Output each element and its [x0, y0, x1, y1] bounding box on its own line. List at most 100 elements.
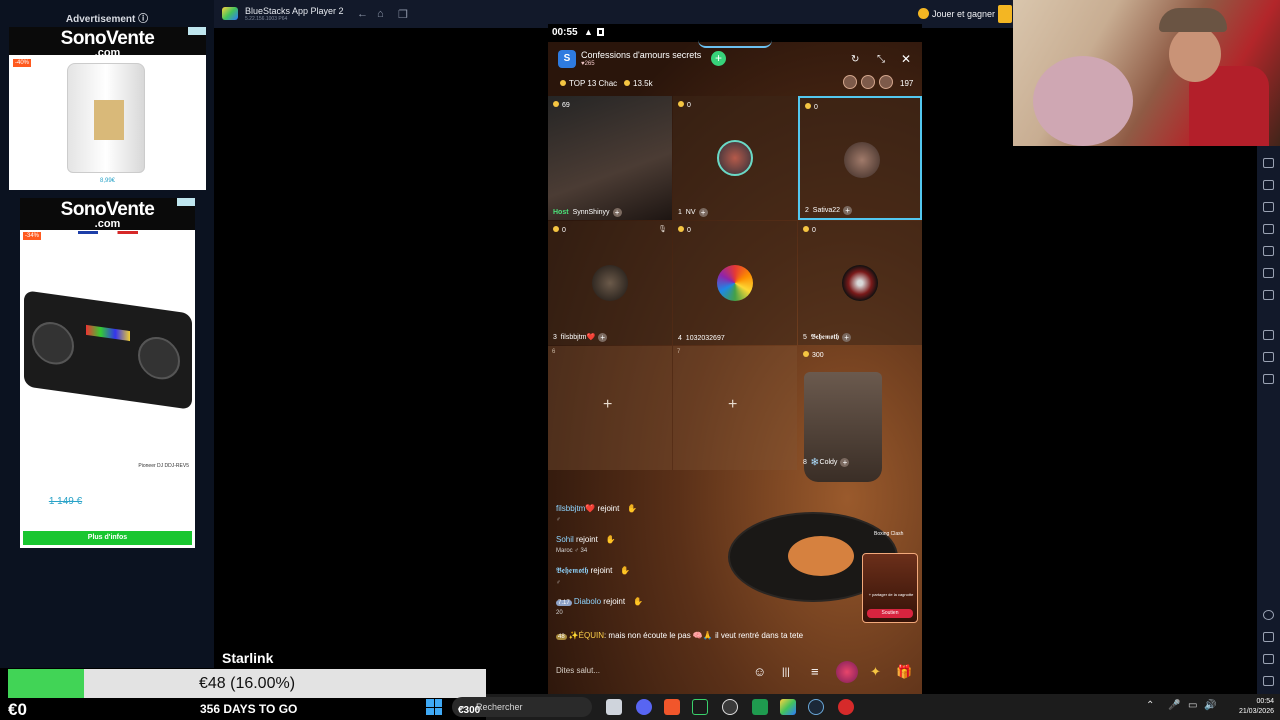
- feed-user[interactable]: filsbbjtm❤️: [556, 504, 595, 513]
- rotate-icon[interactable]: [1263, 268, 1274, 278]
- play-and-win-button[interactable]: Jouer et gagner: [918, 5, 995, 23]
- nav-home-icon[interactable]: [1263, 654, 1274, 664]
- host-badge: Host: [553, 209, 569, 216]
- nav-back-icon[interactable]: [1263, 632, 1274, 642]
- sync-icon[interactable]: [1263, 374, 1274, 384]
- feed-user[interactable]: 𝕭𝖊𝖍𝖊𝖒𝖔𝖙𝖍: [556, 566, 588, 575]
- brave-icon[interactable]: [664, 699, 680, 715]
- tray-chevron-icon[interactable]: ⌃: [1146, 700, 1154, 711]
- ad-brand-1: SonoVente .com: [9, 27, 206, 59]
- wave-icon[interactable]: ✋: [606, 535, 616, 544]
- discount-badge: -40%: [13, 59, 32, 67]
- boxing-clash-widget[interactable]: Boxing Clash + partager de la cagnotte S…: [862, 531, 918, 631]
- room-coins[interactable]: 13.5k: [624, 79, 653, 88]
- seat-5[interactable]: 0 5 𝕭𝖊𝖍𝖊𝖒𝖔𝖙𝖍 +: [798, 221, 922, 345]
- youtube-icon[interactable]: [838, 699, 854, 715]
- record-icon[interactable]: [1263, 246, 1274, 256]
- party-icon[interactable]: ✦: [870, 664, 881, 680]
- adchoices-icon[interactable]: [188, 27, 206, 35]
- seat-4[interactable]: 0 4 1032032697: [673, 221, 797, 345]
- keyboard-icon[interactable]: [1263, 180, 1274, 190]
- seat-host[interactable]: 69 Host SynnShinyy +: [548, 96, 672, 220]
- wave-icon[interactable]: ✋: [627, 504, 637, 513]
- chat-input[interactable]: Dites salut...: [556, 666, 600, 675]
- network-icon[interactable]: ▭: [1188, 700, 1197, 711]
- ad-cta-button[interactable]: Plus d'infos: [23, 531, 192, 545]
- volume-icon[interactable]: [1263, 158, 1274, 168]
- support-button[interactable]: Soutien: [867, 609, 913, 618]
- menu-icon[interactable]: ≡: [811, 664, 819, 679]
- add-seat-icon[interactable]: +: [603, 396, 612, 414]
- seat-username: 𝕭𝖊𝖍𝖊𝖒𝖔𝖙𝖍: [810, 334, 840, 341]
- follow-icon[interactable]: +: [840, 458, 850, 467]
- seat-3[interactable]: 0 🎙 3 filsbbjtm❤️ +: [548, 221, 672, 345]
- follow-icon[interactable]: +: [612, 208, 622, 217]
- discord-icon[interactable]: [636, 699, 652, 715]
- obs-icon[interactable]: [722, 699, 738, 715]
- audio-wave-icon[interactable]: |||: [782, 667, 790, 678]
- seat-username: 1032032697: [685, 335, 725, 342]
- seat-score: 69: [553, 101, 570, 109]
- crown-icon: [560, 80, 566, 86]
- nav-recent-icon[interactable]: [1263, 676, 1274, 686]
- seat-username: filsbbjtm❤️: [560, 334, 596, 341]
- feed-user[interactable]: Sohil: [556, 535, 574, 544]
- feed-action: rejoint: [603, 597, 626, 606]
- menu-orange-icon[interactable]: [998, 5, 1012, 23]
- volume-icon[interactable]: 🔊: [1204, 700, 1216, 711]
- location-icon[interactable]: [1263, 330, 1274, 340]
- viewer-count[interactable]: 197: [900, 79, 913, 88]
- minimize-icon[interactable]: ⤡: [877, 54, 885, 65]
- gamepad-icon[interactable]: [1263, 202, 1274, 212]
- room-name: Confessions d'amours secrets: [581, 50, 702, 60]
- feed-action: rejoint: [576, 535, 598, 544]
- ad-card-1[interactable]: SonoVente .com -40% 8,99€: [9, 27, 206, 190]
- back-icon[interactable]: ←: [357, 8, 368, 20]
- home-icon[interactable]: ⌂: [377, 8, 384, 20]
- screenshot-icon[interactable]: [1263, 224, 1274, 234]
- room-avatar[interactable]: S: [558, 50, 576, 68]
- seat-1[interactable]: 0 1 NV +: [673, 96, 797, 220]
- steam-icon[interactable]: [808, 699, 824, 715]
- media-player-icon[interactable]: [692, 699, 708, 715]
- seat-score: 0: [678, 101, 691, 109]
- room-rank[interactable]: TOP 13 Chac: [560, 79, 617, 88]
- task-view-icon[interactable]: [606, 699, 622, 715]
- ad-price: 8,99€: [99, 178, 115, 184]
- follow-room-button[interactable]: +: [711, 51, 726, 66]
- viewer-avatar[interactable]: [861, 75, 875, 89]
- settings-icon[interactable]: [1263, 610, 1274, 620]
- multi-instance-icon[interactable]: ❐: [398, 8, 408, 21]
- gift-icon[interactable]: 🎁: [896, 664, 912, 680]
- ad-card-2[interactable]: SonoVente .com -34% Pioneer DJ DDJ-REV5 …: [20, 198, 195, 548]
- viewer-avatar[interactable]: [843, 75, 857, 89]
- shake-icon[interactable]: [1263, 290, 1274, 300]
- seat-7-empty[interactable]: 7 +: [673, 346, 797, 470]
- adchoices-icon[interactable]: [177, 198, 195, 206]
- follow-icon[interactable]: +: [843, 206, 853, 215]
- chat-user[interactable]: ✨ÉQUIN: [569, 631, 604, 640]
- add-seat-icon[interactable]: +: [728, 396, 737, 414]
- seat-6-empty[interactable]: 6 +: [548, 346, 672, 470]
- seat-8[interactable]: 300 8 ❄️Coldy +: [798, 346, 922, 470]
- stack-icon[interactable]: [1263, 352, 1274, 362]
- follow-icon[interactable]: +: [598, 333, 608, 342]
- bluestacks-taskbar-icon[interactable]: [780, 699, 796, 715]
- follow-icon[interactable]: +: [842, 333, 852, 342]
- wave-icon[interactable]: ✋: [620, 566, 630, 575]
- viewer-avatar[interactable]: [879, 75, 893, 89]
- taskbar-clock[interactable]: 00:54 21/03/2026: [1222, 697, 1274, 717]
- seat-2[interactable]: 0 2 Sativa22 +: [798, 96, 922, 220]
- game-icon[interactable]: [836, 661, 858, 683]
- excel-icon[interactable]: [752, 699, 768, 715]
- close-icon[interactable]: ✕: [901, 52, 911, 66]
- emoji-icon[interactable]: ☺: [753, 664, 766, 679]
- follow-icon[interactable]: +: [698, 208, 708, 217]
- wave-icon[interactable]: ✋: [633, 597, 643, 606]
- feed-user[interactable]: Diabolo: [574, 597, 601, 606]
- microphone-icon[interactable]: 🎤: [1168, 700, 1180, 711]
- sd-icon: [597, 28, 604, 36]
- share-icon[interactable]: ↻: [851, 54, 859, 65]
- windows-start-icon[interactable]: [426, 699, 442, 715]
- sponsor-label: Starlink: [222, 650, 274, 666]
